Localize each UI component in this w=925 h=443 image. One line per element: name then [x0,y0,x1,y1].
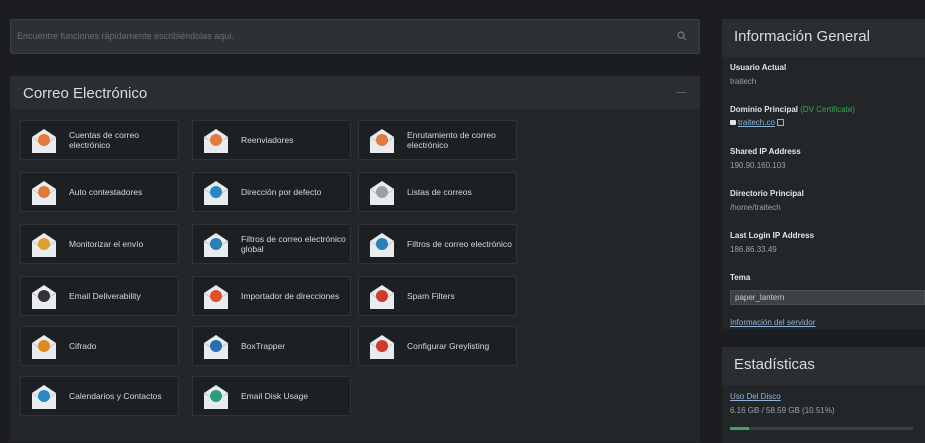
current-user: Usuario Actual traitech [730,63,787,86]
tile-boxtrapper[interactable]: BoxTrapper [192,326,351,366]
tile-encryption[interactable]: Cifrado [20,326,179,366]
tile-greylisting[interactable]: Configurar Greylisting [358,326,517,366]
tile-mailing-lists[interactable]: Listas de correos [358,172,517,212]
search-bar[interactable]: Encuentre funciones rápidamente escribié… [10,19,700,54]
email-accounts-icon [31,129,57,153]
tile-forwarders[interactable]: Reenviadores [192,120,351,160]
tile-label: Email Disk Usage [241,391,309,401]
primary-domain-link[interactable]: traitech.co [738,118,775,127]
tile-default-address[interactable]: Dirección por defecto [192,172,351,212]
tile-label: Auto contestadores [69,187,143,197]
email-section: Correo Electrónico Cuentas de correo ele… [10,76,700,442]
external-link-icon[interactable] [777,119,785,127]
disk-usage-bar [730,427,913,430]
disk-usage-bar-fill [730,427,750,430]
tile-email-filters[interactable]: Filtros de correo electrónico [358,224,517,264]
theme-label: Tema [730,273,751,282]
track-delivery-icon [31,233,57,257]
dv-certificate-link[interactable]: (DV Certificate) [800,105,855,114]
tile-label: Filtros de correo electrónico global [241,234,346,254]
tile-label: Email Deliverability [69,291,141,301]
autoresponders-icon [31,181,57,205]
tile-track-delivery[interactable]: Monitorizar el envío [20,224,179,264]
last-login-ip: Last Login IP Address 186.86.33.49 [730,231,815,254]
tile-label: Dirección por defecto [241,187,322,197]
tile-label: Listas de correos [407,187,472,197]
tile-label: Monitorizar el envío [69,239,144,249]
spam-filters-icon [369,285,395,309]
tile-label: Cifrado [69,341,97,351]
tile-label: Cuentas de correo electrónico [69,130,139,150]
shared-ip: Shared IP Address 190.90.160.103 [730,147,801,170]
tile-label: Reenviadores [241,135,294,145]
email-filters-icon [369,233,395,257]
greylisting-icon [369,335,395,359]
stats-title: Estadísticas [734,356,815,373]
boxtrapper-icon [203,335,229,359]
mailing-lists-icon [369,181,395,205]
calendar-icon [31,385,57,409]
general-info-title: Información General [734,28,870,45]
home-directory: Directorio Principal /home/traitech [730,189,804,212]
tile-autoresponders[interactable]: Auto contestadores [20,172,179,212]
tile-label: BoxTrapper [241,341,286,351]
global-filters-icon [203,233,229,257]
deliverability-icon [31,285,57,309]
tile-label: Enrutamiento de correo electrónico [407,130,496,150]
tile-deliverability[interactable]: Email Deliverability [20,276,179,316]
primary-domain: Dominio Principal (DV Certificate) trait… [730,105,855,127]
default-address-icon [203,181,229,205]
tile-label: Filtros de correo electrónico [407,239,512,249]
forwarders-icon [203,129,229,153]
tile-label: Configurar Greylisting [407,341,490,351]
tile-spam-filters[interactable]: Spam Filters [358,276,517,316]
disk-usage-link[interactable]: Uso Del Disco [730,392,781,401]
tile-disk-usage[interactable]: Email Disk Usage [192,376,351,416]
tile-global-filters[interactable]: Filtros de correo electrónico global [192,224,351,264]
disk-usage: Uso Del Disco 6.16 GB / 58.59 GB (10.51%… [730,392,835,415]
tile-email-accounts[interactable]: Cuentas de correo electrónico [20,120,179,160]
email-section-title: Correo Electrónico [23,85,148,102]
address-importer-icon [203,285,229,309]
tile-label: Spam Filters [407,291,455,301]
tile-email-routing[interactable]: Enrutamiento de correo electrónico [358,120,517,160]
theme-select[interactable]: paper_lantern [730,290,925,305]
stats-panel: Estadísticas Uso Del Disco 6.16 GB / 58.… [722,347,925,443]
tile-address-importer[interactable]: Importador de direcciones [192,276,351,316]
lock-icon [730,120,736,126]
tile-label: Importador de direcciones [241,291,340,301]
server-info-link[interactable]: Información del servidor [730,318,815,327]
email-section-header[interactable]: Correo Electrónico [10,76,700,109]
tile-label: Calendarios y Contactos [69,391,162,401]
email-routing-icon [369,129,395,153]
general-info-panel: Información General Usuario Actual trait… [722,19,925,329]
encryption-icon [31,335,57,359]
search-icon[interactable] [677,31,687,41]
disk-usage-icon [203,385,229,409]
collapse-icon[interactable] [676,92,686,93]
search-input[interactable]: Encuentre funciones rápidamente escribié… [17,31,234,41]
tile-calendar[interactable]: Calendarios y Contactos [20,376,179,416]
